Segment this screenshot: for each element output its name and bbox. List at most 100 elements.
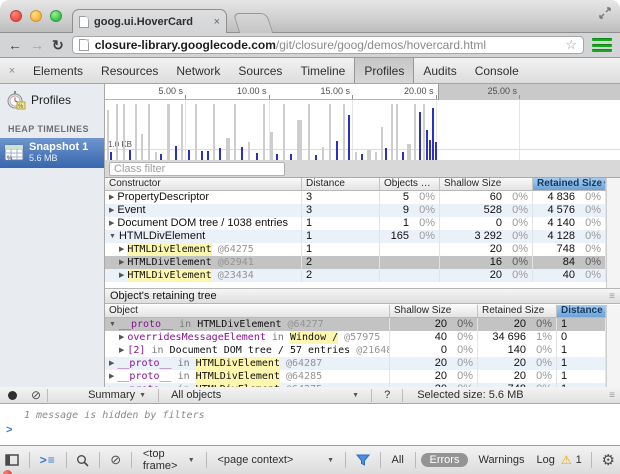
devtools-close-icon[interactable]: × [0, 58, 24, 83]
tab-elements[interactable]: Elements [24, 58, 92, 83]
record-indicator[interactable] [3, 470, 12, 474]
table-row[interactable]: ▼__proto__ in HTMLDivElement @64277200%2… [105, 318, 620, 331]
heap-usage-bar [402, 152, 404, 160]
heap-usage-bar [226, 138, 230, 160]
filter-log-button[interactable]: Log [531, 454, 561, 466]
timeline-ruler[interactable]: 5.00 s10.00 s15.00 s20.00 s25.00 s [105, 84, 620, 100]
table-row[interactable]: ▶overridesMessageElement in Window / @57… [105, 331, 620, 344]
chrome-menu-icon[interactable] [592, 38, 612, 52]
table-row[interactable]: ▶__proto__ in HTMLDivElement @64287200%2… [105, 357, 620, 370]
back-icon[interactable]: ← [8, 38, 22, 52]
distance-cell: 1 [302, 217, 380, 230]
table-row[interactable]: ▶HTMLDivElement @629412160%840% [105, 256, 620, 269]
retained-column-header[interactable]: Retained Size▼ [533, 178, 606, 190]
view-select[interactable]: Summary ▼ [82, 389, 152, 401]
heap-usage-bar [367, 150, 371, 160]
context-select[interactable]: <page context> ▼ [211, 454, 340, 466]
table-row[interactable]: ▶__proto__ in HTMLDivElement @64285200%2… [105, 370, 620, 383]
graph-gridline [352, 100, 353, 160]
objects-cell [380, 243, 440, 256]
table-row[interactable]: ▶PropertyDescriptor350%600%4 8360% [105, 191, 620, 204]
minimize-window-button[interactable] [30, 10, 42, 22]
class-filter-input[interactable] [109, 162, 285, 176]
sidebar-item-profiles[interactable]: % Profiles [0, 84, 104, 116]
shallow-column-header[interactable]: Shallow Size [390, 305, 478, 317]
stopwatch-icon: % [6, 90, 26, 110]
heap-usage-bar [391, 104, 393, 160]
table-row[interactable]: ▶HTMLDivElement @234342200%400% [105, 269, 620, 282]
ruler-tick-label: 5.00 s [127, 86, 183, 96]
tab-network[interactable]: Network [167, 58, 229, 83]
tab-sources[interactable]: Sources [229, 58, 291, 83]
timeline-graph[interactable]: 1.0 KB [105, 100, 620, 160]
record-icon[interactable] [8, 391, 17, 400]
snapshot-icon: % [4, 144, 24, 162]
table-row[interactable]: ▶Event390%5280%4 5760% [105, 204, 620, 217]
filter-all-button[interactable]: All [386, 454, 410, 466]
retaining-tree-header[interactable]: Object's retaining tree ≡ [105, 288, 620, 304]
constructor-cell: ▶PropertyDescriptor [105, 191, 302, 204]
address-input[interactable]: closure-library.googlecode.com/git/closu… [72, 36, 584, 54]
objects-cell [380, 269, 440, 282]
object-cell: ▶__proto__ in HTMLDivElement @64285 [105, 370, 390, 383]
dock-side-button[interactable] [0, 454, 24, 466]
objects-column-header[interactable]: Objects … [380, 178, 440, 190]
constructor-scrollbar[interactable] [606, 178, 620, 288]
fullscreen-icon[interactable] [598, 6, 612, 20]
retaining-scrollbar[interactable] [606, 305, 620, 387]
filter-funnel-icon[interactable] [351, 454, 375, 466]
objects-cell: 10% [380, 217, 440, 230]
heap-usage-bar [348, 115, 350, 160]
resize-grip-icon[interactable]: ≡ [609, 291, 615, 302]
retained-column-header[interactable]: Retained Size [478, 305, 557, 317]
heap-usage-bar [155, 152, 157, 160]
reload-icon[interactable]: ↻ [52, 38, 64, 52]
dock-side-icon [5, 454, 19, 466]
heap-usage-bar [135, 104, 137, 160]
help-button[interactable]: ? [378, 389, 396, 401]
console-prompt-icon[interactable]: > [6, 424, 12, 436]
table-row[interactable]: ▶[2] in Document DOM tree / 57 entries @… [105, 344, 620, 357]
object-column-header[interactable]: Object [105, 305, 390, 317]
objects-filter-select[interactable]: All objects ▼ [165, 389, 365, 401]
table-row[interactable]: ▶Document DOM tree / 1038 entries110%00%… [105, 217, 620, 230]
tab-resources[interactable]: Resources [92, 58, 167, 83]
console-drawer[interactable]: 1 message is hidden by filters > [0, 404, 620, 445]
filter-warnings-button[interactable]: Warnings [472, 454, 530, 466]
shallow-cell: 200% [390, 357, 478, 370]
distance-cell: 2 [302, 256, 380, 269]
filter-row [105, 160, 620, 178]
search-icon[interactable] [71, 454, 94, 467]
resize-grip-icon[interactable]: ≡ [609, 390, 615, 401]
tab-audits[interactable]: Audits [414, 58, 465, 83]
heap-usage-bar [375, 152, 377, 160]
settings-gear-icon[interactable]: ⚙ [597, 451, 620, 469]
table-row[interactable]: ▶HTMLDivElement @642751200%7480% [105, 243, 620, 256]
tab-timeline[interactable]: Timeline [291, 58, 354, 83]
distance-column-header[interactable]: Distance [302, 178, 380, 190]
close-window-button[interactable] [10, 10, 22, 22]
frame-select[interactable]: <top frame> ▼ [137, 448, 201, 472]
clear-profiles-icon[interactable]: ⊘ [31, 388, 41, 402]
distance-column-header[interactable]: Distance▲ [557, 305, 606, 317]
tab-profiles[interactable]: Profiles [354, 58, 414, 83]
heap-usage-bar [256, 153, 258, 160]
shallow-column-header[interactable]: Shallow Size [440, 178, 533, 190]
sidebar-item-snapshot[interactable]: % Snapshot 1 5.6 MB [0, 138, 104, 168]
bookmark-star-icon[interactable]: ☆ [565, 37, 577, 53]
browser-tab[interactable]: goog.ui.HoverCard × [72, 9, 227, 33]
constructor-column-header[interactable]: Constructor [105, 178, 302, 190]
kb-scale-label: 1.0 KB [107, 140, 133, 149]
toggle-console-icon[interactable]: >≡ [35, 453, 61, 467]
page-icon [79, 39, 89, 51]
retained-cell: 200% [478, 357, 557, 370]
forward-icon[interactable]: → [30, 38, 44, 52]
filter-errors-button[interactable]: Errors [421, 453, 469, 467]
clear-console-icon[interactable]: ⊘ [105, 452, 126, 468]
table-row[interactable]: ▼HTMLDivElement11650%3 2920%4 1280% [105, 230, 620, 243]
constructor-cell: ▶Document DOM tree / 1038 entries [105, 217, 302, 230]
tab-close-icon[interactable]: × [214, 17, 220, 27]
tab-console[interactable]: Console [466, 58, 528, 83]
new-tab-button[interactable] [233, 13, 273, 33]
zoom-window-button[interactable] [50, 10, 62, 22]
